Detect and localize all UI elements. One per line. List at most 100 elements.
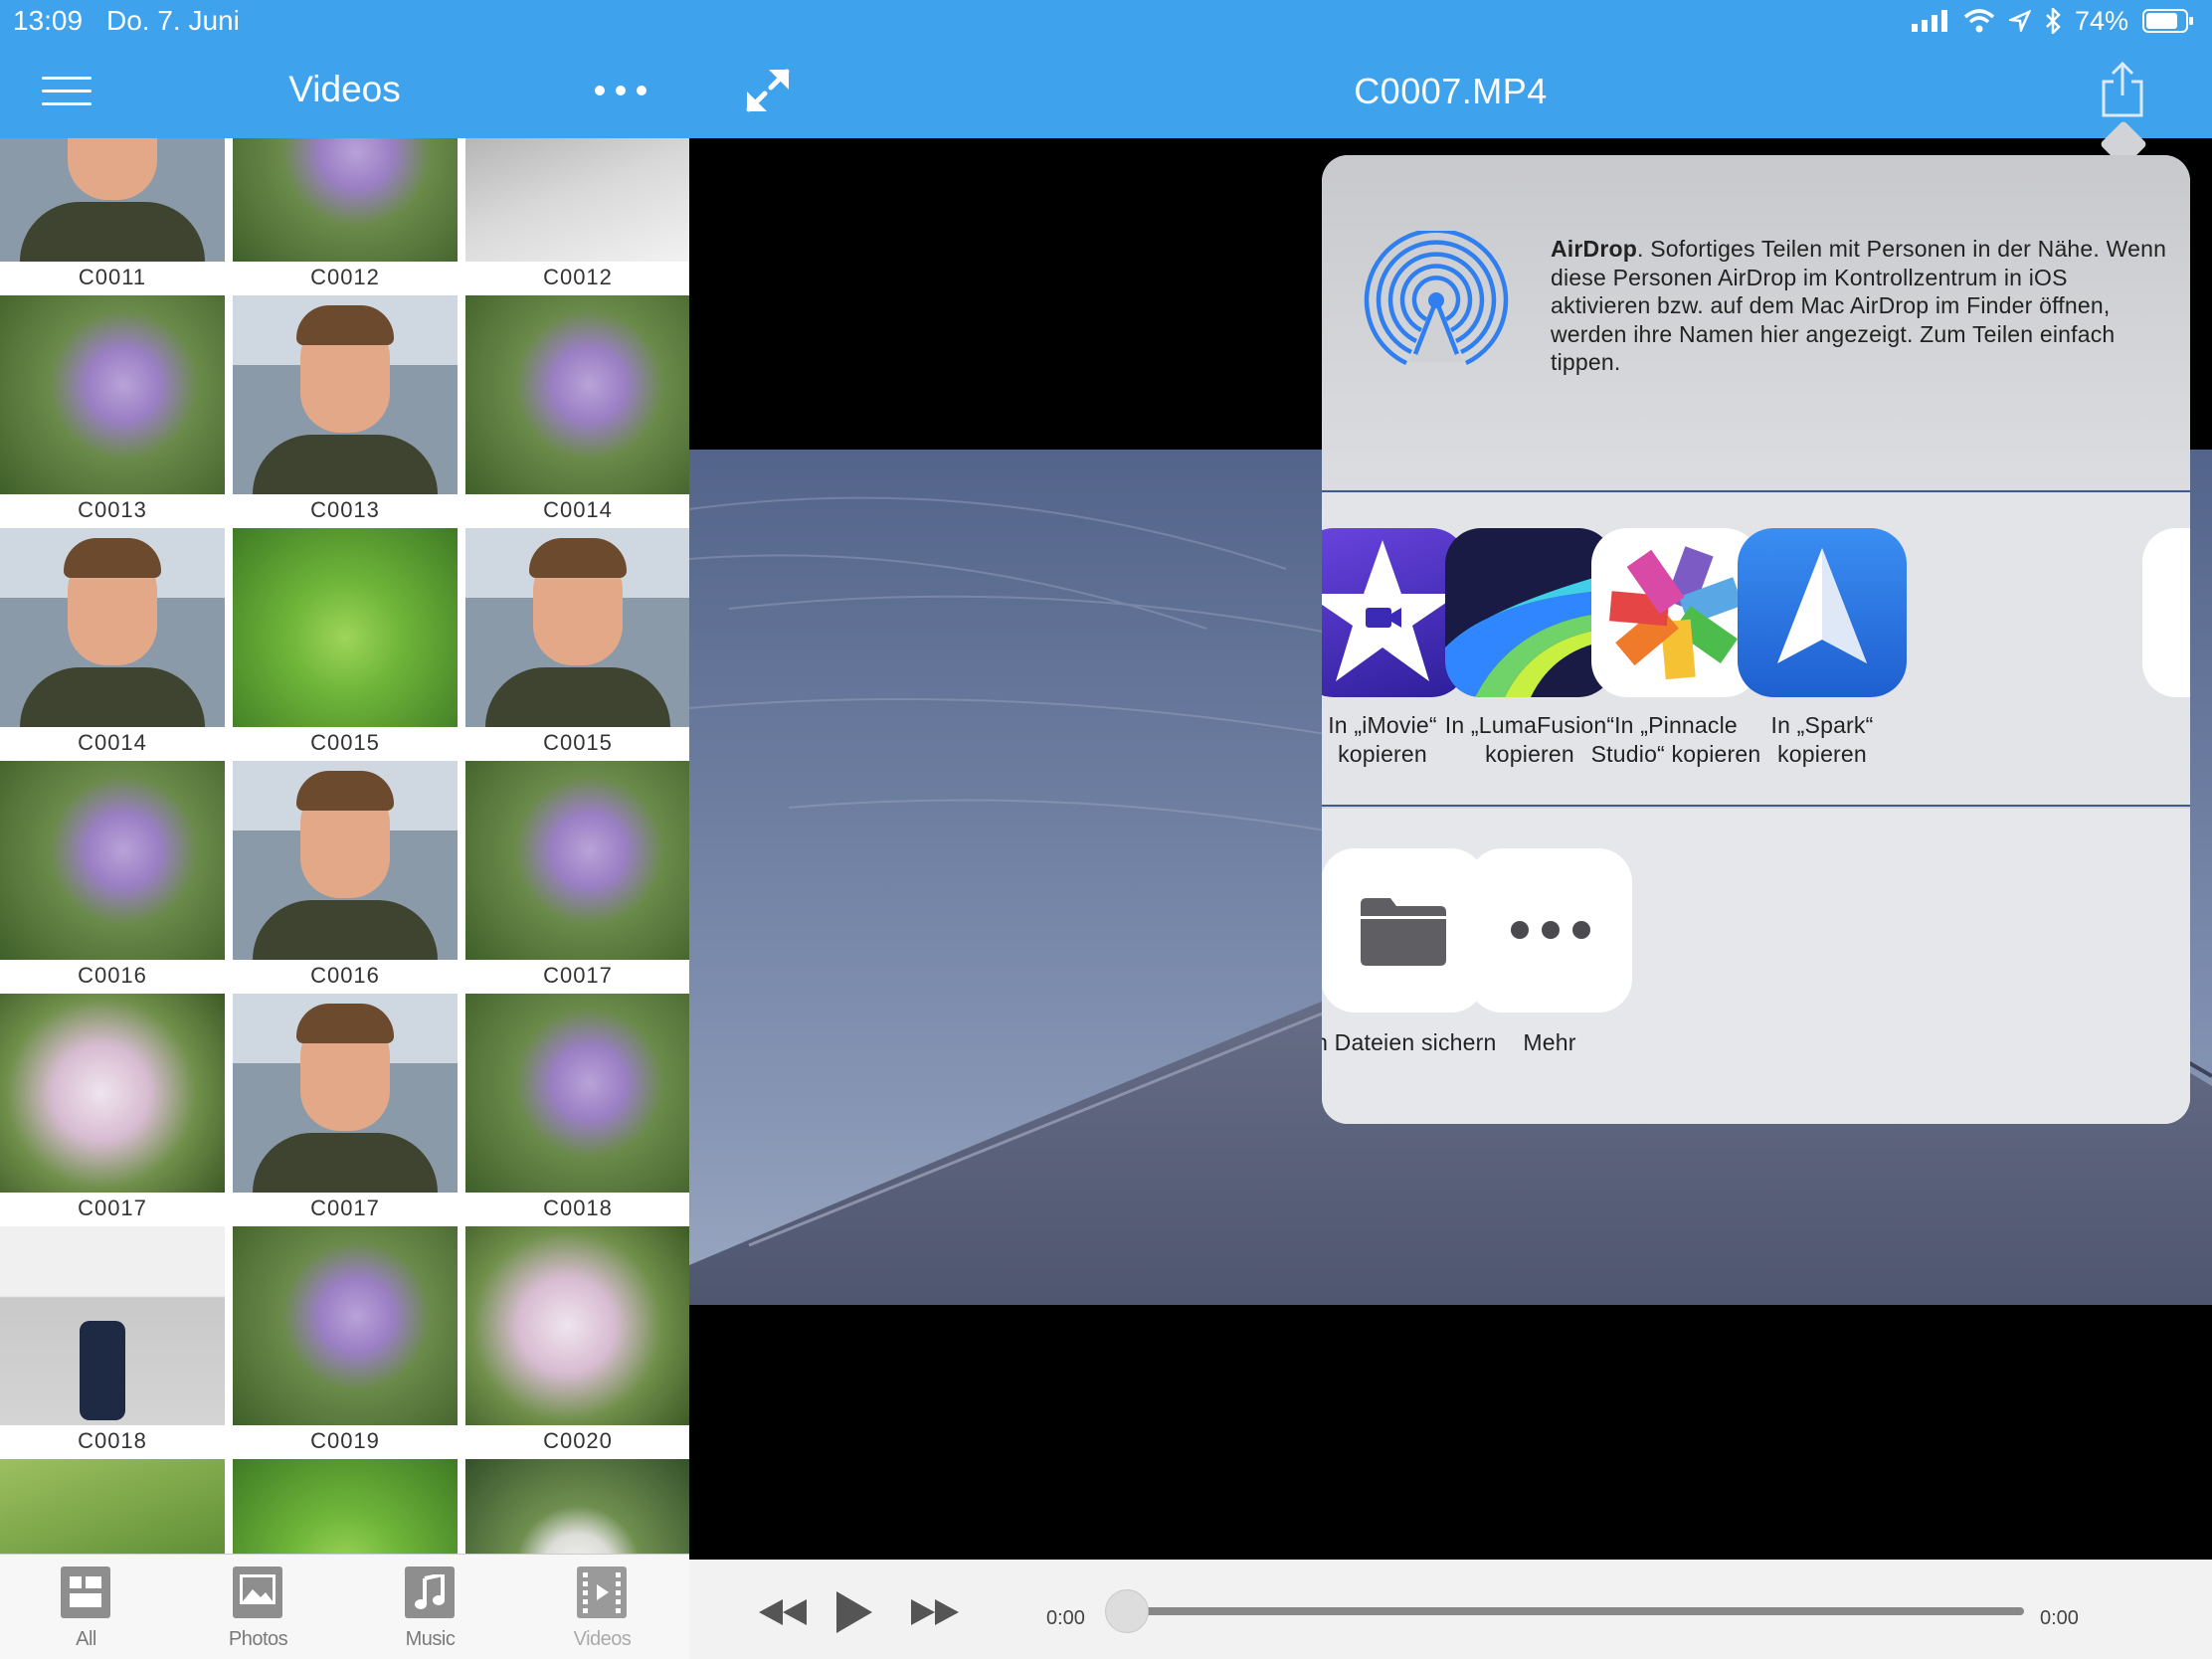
film-icon [577, 1567, 627, 1618]
thumbnail-image [233, 1226, 458, 1425]
tab-photos-label: Photos [228, 1628, 288, 1650]
video-thumbnail[interactable] [233, 1459, 458, 1554]
photo-icon [233, 1567, 282, 1618]
app-spark[interactable]: In „Spark“ kopieren [1728, 528, 1917, 768]
status-icons: 74% [1911, 0, 2194, 42]
face [68, 138, 157, 200]
time-total: 0:00 [2040, 1607, 2079, 1629]
thumbnail-image [0, 1459, 225, 1554]
share-apps-row: In „iMovie“ kopieren In „LumaFusion“ kop… [1322, 490, 2190, 807]
fast-forward-icon[interactable] [911, 1599, 959, 1625]
next-app-peek[interactable] [2142, 528, 2190, 697]
airdrop-title: AirDrop [1551, 236, 1638, 262]
hair [296, 771, 394, 811]
video-thumbnail[interactable]: C0011 [0, 138, 225, 293]
thumbnail-caption: C0015 [543, 730, 613, 755]
video-title: C0007.MP4 [1354, 71, 1548, 111]
tab-videos[interactable]: Videos [516, 1555, 688, 1659]
video-thumbnail[interactable]: C0018 [465, 994, 689, 1224]
thumbnail-image [465, 994, 689, 1193]
video-thumbnail[interactable] [465, 1459, 689, 1554]
more-options-icon[interactable] [595, 86, 646, 95]
video-thumbnail[interactable]: C0016 [0, 761, 225, 992]
video-thumbnail[interactable]: C0015 [465, 528, 689, 759]
signal-icon [1911, 10, 1947, 32]
video-thumbnail[interactable]: C0017 [233, 994, 458, 1224]
tab-photos[interactable]: Photos [172, 1555, 344, 1659]
thumbnail-image [233, 761, 458, 960]
video-thumbnail[interactable] [0, 1459, 225, 1554]
video-thumbnail[interactable]: C0013 [233, 295, 458, 526]
bluetooth-icon [2046, 8, 2061, 34]
location-icon [2008, 10, 2031, 32]
action-more[interactable]: Mehr [1455, 848, 1644, 1057]
progress-track[interactable] [1128, 1607, 2024, 1615]
share-icon[interactable] [2100, 62, 2145, 117]
share-actions-row: In Dateien sichern Mehr [1322, 809, 2190, 1124]
status-time: 13:09 [13, 5, 84, 36]
play-icon[interactable] [836, 1591, 872, 1633]
object-shape [80, 1321, 125, 1420]
hair [296, 1004, 394, 1043]
video-grid: C0011 C0012 C0012 C0013 C0013 C0014 C0014 C0015… [0, 138, 689, 1554]
thumbnail-image [465, 761, 689, 960]
video-thumbnail[interactable]: C0020 [465, 1226, 689, 1457]
share-sheet: AirDrop. Sofortiges Teilen mit Personen … [1322, 155, 2190, 1124]
thumbnail-caption: C0013 [310, 497, 380, 522]
music-note-icon [405, 1567, 455, 1618]
airdrop-section[interactable]: AirDrop. Sofortiges Teilen mit Personen … [1322, 155, 2190, 489]
thumbnail-image [465, 138, 689, 262]
tab-all-label: All [76, 1628, 96, 1650]
torso [485, 667, 670, 727]
thumbnail-caption: C0012 [543, 265, 613, 289]
battery-icon [2142, 9, 2193, 33]
video-thumbnail[interactable]: C0014 [465, 295, 689, 526]
video-thumbnail[interactable]: C0014 [0, 528, 225, 759]
torso [253, 435, 438, 494]
thumbnail-caption: C0016 [78, 963, 147, 988]
thumbnail-image [0, 994, 225, 1193]
tab-all[interactable]: All [0, 1555, 172, 1659]
thumbnail-caption: C0017 [310, 1196, 380, 1220]
video-thumbnail[interactable]: C0018 [0, 1226, 225, 1457]
thumbnail-image [233, 994, 458, 1193]
video-thumbnail[interactable]: C0015 [233, 528, 458, 759]
thumbnail-image [233, 528, 458, 727]
hair [296, 305, 394, 345]
video-thumbnail[interactable]: C0017 [0, 994, 225, 1224]
player-controls: 0:00 0:00 [689, 1560, 2212, 1659]
airdrop-body: . Sofortiges Teilen mit Personen in der … [1551, 236, 2167, 375]
thumbnail-image [0, 1226, 225, 1425]
video-thumbnail[interactable]: C0016 [233, 761, 458, 992]
video-thumbnail[interactable]: C0017 [465, 761, 689, 992]
action-more-label: Mehr [1523, 1029, 1576, 1055]
thumbnail-caption: C0014 [543, 497, 613, 522]
torso [253, 1133, 438, 1193]
airdrop-description: AirDrop. Sofortiges Teilen mit Personen … [1551, 235, 2167, 377]
hair [64, 538, 161, 578]
thumbnail-image [465, 295, 689, 494]
video-thumbnail[interactable]: C0019 [233, 1226, 458, 1457]
thumbnail-image [0, 138, 225, 262]
time-elapsed: 0:00 [1046, 1607, 1085, 1629]
video-thumbnail[interactable]: C0012 [233, 138, 458, 293]
thumbnail-caption: C0019 [310, 1428, 380, 1453]
tab-music[interactable]: Music [344, 1555, 516, 1659]
tab-music-label: Music [405, 1628, 456, 1650]
thumbnail-image [233, 295, 458, 494]
wifi-icon [1963, 9, 1995, 33]
video-library-panel: Videos C0011 C0012 C0012 C0013 C0013 C0014 C00… [0, 0, 689, 1659]
progress-knob[interactable] [1105, 1589, 1149, 1633]
thumbnail-caption: C0013 [78, 497, 147, 522]
tab-bar: All Photos Music Videos [0, 1554, 689, 1659]
thumbnail-image [465, 1459, 689, 1554]
thumbnail-caption: C0014 [78, 730, 147, 755]
video-thumbnail[interactable]: C0012 [465, 138, 689, 293]
video-thumbnail[interactable]: C0013 [0, 295, 225, 526]
thumbnail-caption: C0015 [310, 730, 380, 755]
thumbnail-image [0, 528, 225, 727]
hair [529, 538, 627, 578]
torso [253, 900, 438, 960]
thumbnail-image [465, 1226, 689, 1425]
rewind-icon[interactable] [759, 1599, 807, 1625]
